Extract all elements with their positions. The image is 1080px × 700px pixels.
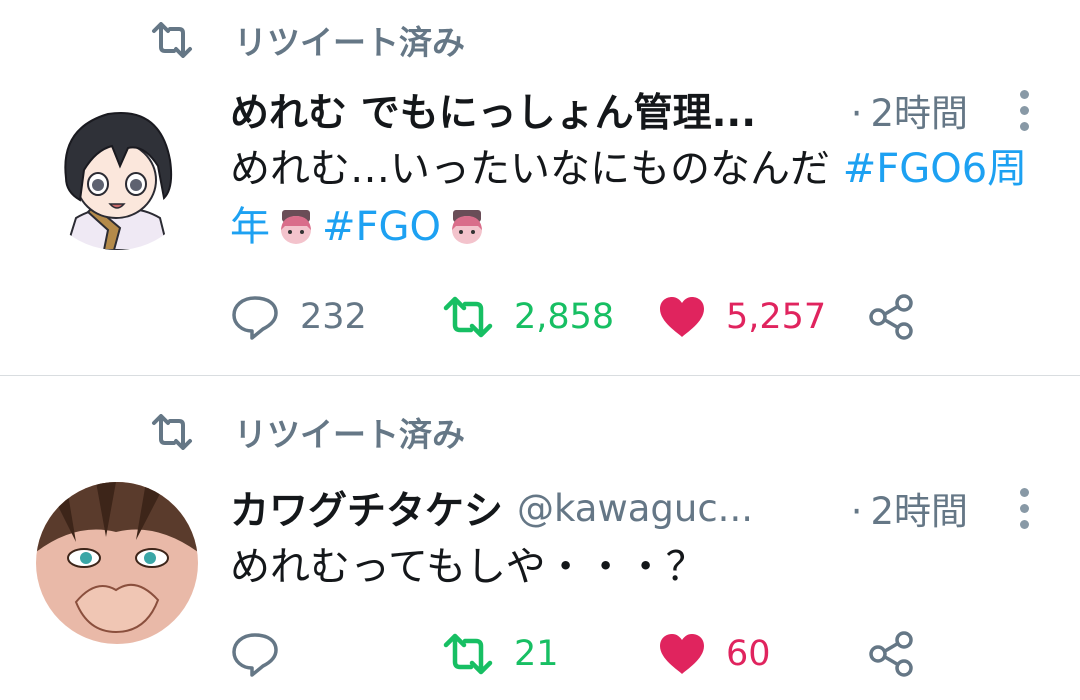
tweet-time[interactable]: · 2時間 xyxy=(851,481,968,535)
reply-button[interactable] xyxy=(230,624,300,684)
tweet-actions: 232 2,858 5,257 xyxy=(230,287,950,347)
like-button[interactable]: 5,257 xyxy=(658,287,826,347)
author-handle[interactable]: @kawaguc... xyxy=(517,487,753,530)
reply-count: 232 xyxy=(300,297,367,337)
retweet-count: 2,858 xyxy=(514,297,615,337)
like-button[interactable]: 60 xyxy=(658,624,771,684)
tweet-text-plain: めれむってもしや・・・？ xyxy=(230,544,706,590)
tweet-header: カワグチタケシ @kawaguc... · 2時間 xyxy=(230,480,968,536)
retweet-icon xyxy=(443,633,493,675)
hashtag-fgo[interactable]: #FGO xyxy=(322,204,441,250)
reply-icon xyxy=(232,633,278,677)
tweet-header: めれむ でもにっしょん管理... · 2時間 xyxy=(230,82,968,138)
tweet-actions: 21 60 xyxy=(230,624,950,684)
time-separator: · xyxy=(850,490,863,533)
retweeted-indicator: リツイート済み xyxy=(150,410,465,454)
character-emoji-icon xyxy=(276,206,316,246)
tweet-time[interactable]: · 2時間 xyxy=(851,83,968,137)
retweet-button[interactable]: 21 xyxy=(442,624,559,684)
retweet-icon xyxy=(152,22,192,58)
retweeted-label: リツイート済み xyxy=(234,23,465,62)
avatar[interactable] xyxy=(36,482,198,644)
time-separator: · xyxy=(850,92,863,135)
avatar[interactable] xyxy=(36,88,198,250)
time-label: 2時間 xyxy=(870,92,968,135)
share-icon xyxy=(869,631,913,677)
heart-icon xyxy=(660,634,704,674)
share-button[interactable] xyxy=(866,624,916,684)
like-count: 5,257 xyxy=(726,297,827,337)
tweet-text: めれむ…いったいなにものなんだ #FGO6周年 #FGO xyxy=(230,140,1050,256)
tweet-2[interactable]: リツイート済み カワグチタケシ @kawaguc... · 2時間 めれむってもし… xyxy=(0,376,1080,700)
tweet-text-plain: めれむ…いったいなにものなんだ xyxy=(230,146,843,192)
retweeted-indicator: リツイート済み xyxy=(150,18,465,62)
retweet-count: 21 xyxy=(514,634,559,674)
share-button[interactable] xyxy=(866,287,916,347)
author-name[interactable]: めれむ でもにっしょん管理... xyxy=(230,82,756,138)
reply-icon xyxy=(232,296,278,340)
author-name[interactable]: カワグチタケシ xyxy=(230,480,503,536)
tweet-text: めれむってもしや・・・？ xyxy=(230,538,1050,596)
reply-button[interactable]: 232 xyxy=(230,287,367,347)
more-vert-icon[interactable] xyxy=(1012,82,1036,138)
retweet-icon xyxy=(443,296,493,338)
retweeted-label: リツイート済み xyxy=(234,415,465,454)
like-count: 60 xyxy=(726,634,771,674)
time-label: 2時間 xyxy=(870,490,968,533)
retweet-button[interactable]: 2,858 xyxy=(442,287,614,347)
retweet-icon xyxy=(152,414,192,450)
character-emoji-icon xyxy=(447,206,487,246)
heart-icon xyxy=(660,297,704,337)
more-vert-icon[interactable] xyxy=(1012,480,1036,536)
share-icon xyxy=(869,294,913,340)
tweet-1[interactable]: リツイート済み めれむ でもにっしょん管理... · 2時間 めれむ…いったいなに… xyxy=(0,0,1080,375)
